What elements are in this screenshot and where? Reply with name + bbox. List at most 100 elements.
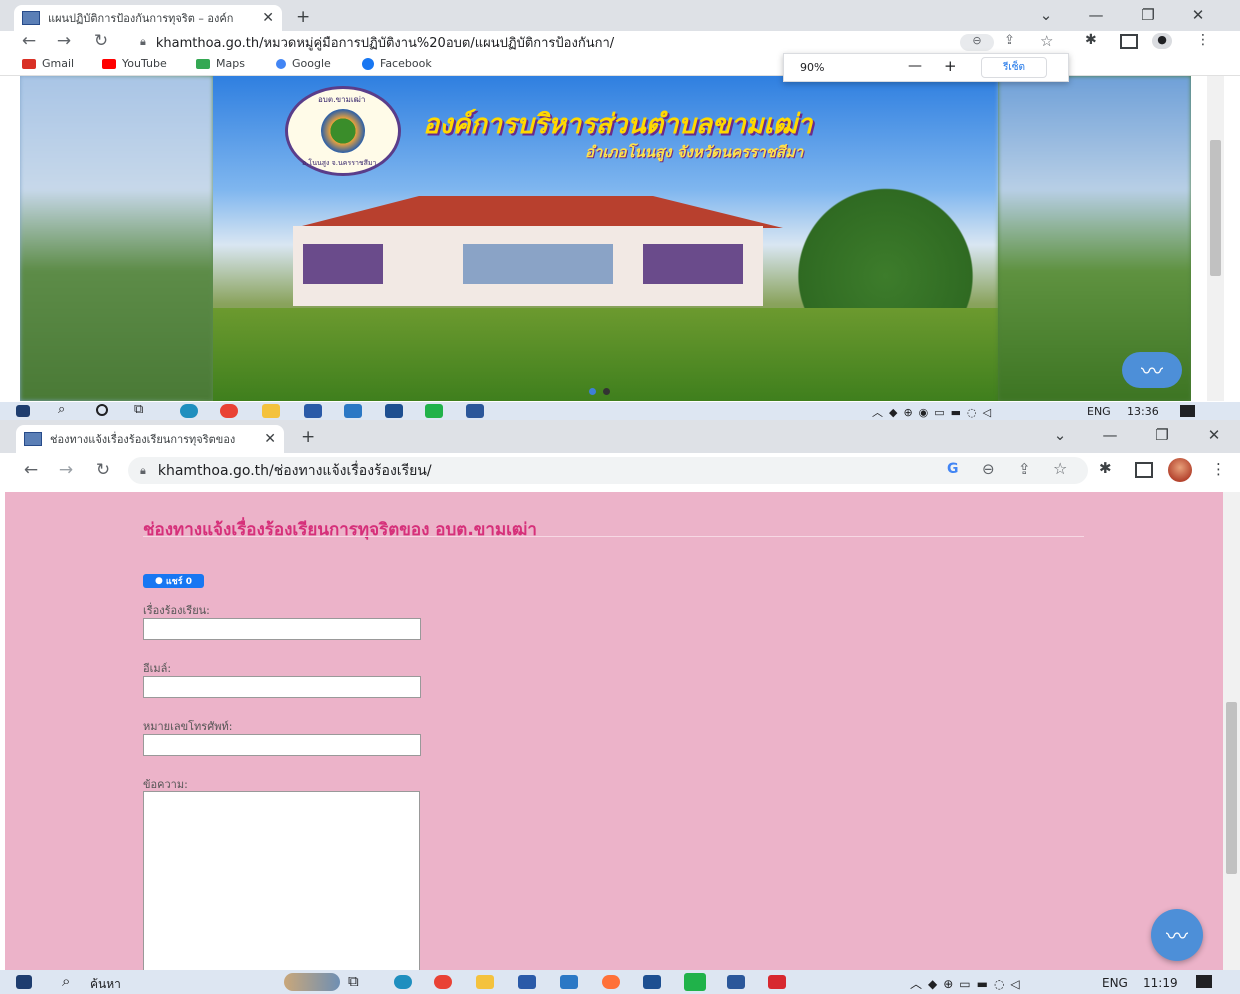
address-bar[interactable]: 🔒︎ khamthoa.go.th/หมวดหมู่คู่มือการปฏิบั… (128, 31, 998, 53)
url-text: khamthoa.go.th/หมวดหมู่คู่มือการปฏิบัติง… (155, 35, 615, 51)
extensions-icon[interactable]: ✱ (1085, 32, 1097, 48)
new-tab-button-2[interactable]: + (301, 427, 315, 447)
tray-icons[interactable]: ︿◆⊕◉▭▬◌◁ (872, 404, 997, 420)
profile-icon[interactable]: ● (1152, 33, 1172, 49)
tab-complaint-channel[interactable]: ช่องทางแจ้งเรื่องร้องเรียนการทุจริตของ ✕ (16, 425, 284, 453)
close-window-button[interactable]: ✕ (1178, 6, 1218, 24)
tab-search-icon[interactable]: ⌄ (1026, 6, 1066, 24)
firefox-icon[interactable] (602, 975, 620, 989)
bookmark-gmail[interactable]: Gmail (22, 57, 74, 70)
bookmark-star-icon[interactable]: ☆ (1040, 32, 1053, 50)
top-scrollbar[interactable] (1207, 76, 1224, 401)
bottom-scrollbar-thumb[interactable] (1226, 702, 1237, 874)
chrome-icon[interactable] (220, 404, 238, 418)
messenger-chat-button[interactable]: 〰 (1122, 352, 1182, 388)
acrobat-icon[interactable] (768, 975, 786, 989)
new-tab-button[interactable]: + (296, 7, 310, 27)
google-translate-icon[interactable]: G (947, 461, 959, 477)
mail-icon-2[interactable] (560, 975, 578, 989)
tray-icons-2[interactable]: ︿◆⊕▭▬◌◁ (910, 975, 1026, 992)
tab-strip: แผนปฏิบัติการป้องกันการทุจริต – องค์ก ✕ … (0, 0, 1240, 31)
banner-area: อบต.ขามเฒ่า อ.โนนสูง จ.นครราชสีมา องค์กา… (20, 76, 1191, 401)
menu-icon-2[interactable]: ⋮ (1211, 460, 1226, 478)
back-button-2[interactable]: ← (20, 460, 42, 480)
forward-button[interactable]: → (53, 31, 75, 51)
menu-icon[interactable]: ⋮ (1196, 32, 1210, 48)
taskbar-search-box[interactable]: ค้นหา (90, 975, 121, 994)
zoom-app-icon[interactable] (385, 404, 403, 418)
toolbar: ← → ↻ 🔒︎ khamthoa.go.th/หมวดหมู่คู่มือกา… (0, 31, 1240, 55)
zoom-reset-button[interactable]: รีเซ็ต (981, 57, 1047, 78)
edge-icon-2[interactable] (394, 975, 412, 989)
language-indicator[interactable]: ENG (1087, 405, 1111, 418)
mail-icon[interactable] (344, 404, 362, 418)
share-icon[interactable]: ⇪ (1004, 33, 1015, 48)
store-icon[interactable] (304, 404, 322, 418)
phone-field[interactable] (143, 734, 421, 756)
line-icon[interactable] (425, 404, 443, 418)
zoom-app-icon-2[interactable] (643, 975, 661, 989)
file-explorer-icon[interactable] (262, 404, 280, 418)
side-panel-icon[interactable] (1120, 34, 1138, 49)
store-icon-2[interactable] (518, 975, 536, 989)
share-icon-2[interactable]: ⇪ (1018, 460, 1031, 478)
reload-button-2[interactable]: ↻ (92, 460, 114, 480)
zoom-icon-2[interactable]: ⊖ (982, 460, 995, 478)
tab-anti-corruption-plan[interactable]: แผนปฏิบัติการป้องกันการทุจริต – องค์ก ✕ (14, 5, 282, 31)
line-icon-2[interactable] (684, 973, 706, 991)
side-panel-icon-2[interactable] (1135, 462, 1153, 478)
language-indicator-2[interactable]: ENG (1102, 976, 1128, 990)
restore-button[interactable]: ❐ (1128, 6, 1168, 24)
messenger-chat-button-2[interactable]: 〰 (1151, 909, 1203, 961)
task-view-icon[interactable]: ⧉ (134, 402, 143, 417)
bookmark-maps[interactable]: Maps (196, 57, 245, 70)
search-icon[interactable]: ⌕ (58, 402, 65, 417)
complaint-input[interactable] (143, 618, 421, 640)
google-icon (276, 58, 286, 69)
facebook-share-button[interactable]: ● แชร์ 0 (143, 574, 204, 588)
extensions-icon-2[interactable]: ✱ (1099, 459, 1112, 477)
bookmark-google[interactable]: Google (276, 57, 331, 70)
cortana-icon[interactable] (96, 404, 108, 416)
restore-button-2[interactable]: ❐ (1142, 426, 1182, 444)
carousel-dot-1[interactable] (589, 388, 596, 395)
banner-org-name: องค์การบริหารส่วนตำบลขามเฒ่า (423, 109, 813, 140)
carousel-dot-2[interactable] (603, 388, 610, 395)
zoom-icon[interactable]: ⊖ (960, 34, 994, 51)
reload-button[interactable]: ↻ (90, 31, 112, 51)
search-icon-2[interactable]: ⌕ (62, 972, 70, 990)
clock-2[interactable]: 11:19 (1143, 976, 1178, 990)
word-icon-2[interactable] (727, 975, 745, 989)
forward-button-2[interactable]: → (55, 460, 77, 480)
lock-icon-2: 🔒︎ (140, 463, 146, 477)
minimize-button-2[interactable]: — (1090, 426, 1130, 444)
bookmark-star-icon-2[interactable]: ☆ (1053, 459, 1067, 478)
task-view-icon-2[interactable]: ⧉ (348, 972, 359, 990)
notification-icon-2[interactable] (1196, 975, 1212, 988)
zoom-in-button[interactable]: + (944, 57, 957, 75)
edge-icon[interactable] (180, 404, 198, 418)
top-scrollbar-thumb[interactable] (1210, 140, 1221, 276)
chrome-icon-2[interactable] (434, 975, 452, 989)
back-button[interactable]: ← (18, 31, 40, 51)
bookmark-facebook[interactable]: Facebook (362, 57, 432, 70)
bookmark-youtube[interactable]: YouTube (102, 57, 167, 70)
minimize-button[interactable]: — (1076, 6, 1116, 24)
start-icon[interactable] (16, 405, 30, 417)
file-explorer-icon-2[interactable] (476, 975, 494, 989)
bottom-scrollbar[interactable] (1223, 492, 1240, 970)
zoom-out-button[interactable]: — (908, 58, 922, 74)
tab-search-icon-2[interactable]: ⌄ (1040, 426, 1080, 444)
notification-icon[interactable] (1180, 405, 1195, 417)
avatar[interactable] (1168, 458, 1192, 482)
close-tab-icon-2[interactable]: ✕ (264, 431, 276, 447)
start-icon-2[interactable] (16, 975, 32, 989)
address-bar-2[interactable]: 🔒︎ khamthoa.go.th/ช่องทางแจ้งเรื่องร้องเ… (128, 457, 1088, 484)
email-field[interactable] (143, 676, 421, 698)
tab-title-2: ช่องทางแจ้งเรื่องร้องเรียนการทุจริตของ (50, 433, 236, 446)
close-window-button-2[interactable]: ✕ (1194, 426, 1234, 444)
close-tab-icon[interactable]: ✕ (262, 10, 274, 26)
word-icon[interactable] (466, 404, 484, 418)
message-textarea[interactable] (143, 791, 420, 971)
clock[interactable]: 13:36 (1127, 405, 1159, 418)
